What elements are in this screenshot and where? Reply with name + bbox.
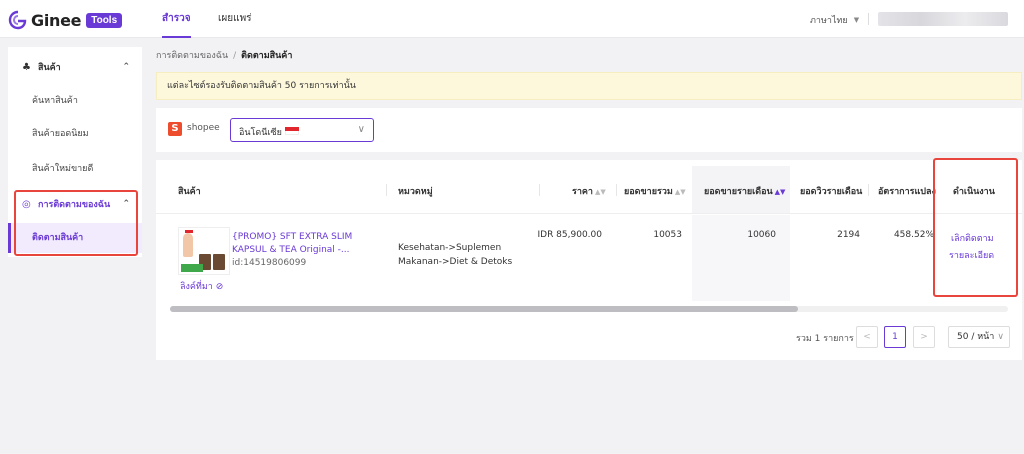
- col-divider: [868, 184, 869, 196]
- language-selector[interactable]: ภาษาไทย ▼: [810, 13, 859, 27]
- next-page-button[interactable]: >: [913, 326, 935, 348]
- sort-icon: ▲▼: [674, 188, 686, 196]
- total-sales-cell: 10053: [653, 230, 682, 240]
- sidebar-item-popular-products[interactable]: สินค้ายอดนิยม: [8, 119, 142, 149]
- platform-label: shopee: [187, 123, 220, 133]
- col-monthly-views: ยอดวิวรายเดือน: [800, 187, 863, 197]
- tab-publish[interactable]: เผยแพร่: [218, 0, 252, 38]
- sidebar-item-track-products[interactable]: ติดตามสินค้า: [8, 223, 142, 253]
- horizontal-scrollbar[interactable]: [170, 306, 1008, 312]
- details-button[interactable]: รายละเอียด: [949, 248, 994, 262]
- top-bar: Ginee Tools สำรวจ เผยแพร่ ภาษาไทย ▼: [0, 0, 1024, 38]
- col-monthly-sales-label: ยอดขายรายเดือน: [704, 187, 773, 197]
- col-monthly-sales[interactable]: ยอดขายรายเดือน ▲▼: [704, 184, 785, 198]
- product-title-link[interactable]: {PROMO} SFT EXTRA SLIM KAPSUL & TEA Orig…: [232, 231, 362, 257]
- divider: [868, 13, 869, 25]
- source-link-label: ลิงค์ที่มา: [180, 282, 213, 292]
- breadcrumb-parent[interactable]: การติดตามของฉัน: [156, 51, 228, 61]
- shopee-icon: S: [168, 122, 182, 136]
- brand-name: Ginee: [31, 10, 82, 30]
- indonesia-flag-icon: [285, 127, 299, 135]
- table-header: สินค้า หมวดหมู่ ราคา ▲▼ ยอดขายรวม ▲▼ ยอดขา…: [156, 166, 1022, 214]
- language-label: ภาษาไทย: [810, 16, 848, 26]
- sort-icon: ▲▼: [594, 188, 606, 196]
- monthly-sales-cell: 10060: [747, 230, 776, 240]
- col-total-sales[interactable]: ยอดขายรวม ▲▼: [624, 184, 686, 198]
- notice-banner: แต่ละไซต์รองรับติดตามสินค้า 50 รายการเท่…: [156, 72, 1022, 100]
- category-cell: Kesehatan->Suplemen Makanan->Diet & Deto…: [398, 241, 512, 269]
- category-line-1: Kesehatan->Suplemen: [398, 243, 502, 253]
- category-line-2: Makanan->Diet & Detoks: [398, 257, 513, 267]
- tab-explore[interactable]: สำรวจ: [162, 0, 191, 38]
- country-select[interactable]: อินโดนีเซีย ∨: [230, 118, 374, 142]
- ginee-logo-icon: [8, 10, 27, 30]
- target-icon: ◎: [22, 198, 31, 210]
- col-divider: [386, 184, 387, 196]
- source-link[interactable]: ลิงค์ที่มา ⊘: [180, 279, 223, 293]
- col-divider: [539, 184, 540, 196]
- sidebar-group-label: สินค้า: [38, 63, 61, 73]
- breadcrumb-current: ติดตามสินค้า: [241, 51, 293, 61]
- col-price-label: ราคา: [572, 187, 593, 197]
- page-size-value: 50 / หน้า: [957, 332, 995, 342]
- col-category: หมวดหมู่: [398, 187, 433, 197]
- col-price[interactable]: ราคา ▲▼: [572, 184, 606, 198]
- user-account-blurred[interactable]: [878, 12, 1008, 26]
- brand-badge: Tools: [86, 12, 123, 28]
- unfollow-button[interactable]: เลิกติดตาม: [951, 231, 994, 245]
- sidebar: ♣ สินค้า ⌃ ค้นหาสินค้า สินค้ายอดนิยม สิน…: [8, 47, 142, 257]
- conversion-cell: 458.52%: [893, 230, 934, 240]
- sidebar-group-my-tracking[interactable]: ◎ การติดตามของฉัน ⌃: [8, 186, 142, 222]
- filter-bar: S shopee อินโดนีเซีย ∨: [156, 108, 1022, 152]
- caret-down-icon: ▼: [853, 16, 860, 24]
- chevron-down-icon: ∨: [997, 332, 1004, 342]
- country-value: อินโดนีเซีย: [239, 128, 282, 138]
- scrollbar-thumb[interactable]: [170, 306, 798, 312]
- page-size-select[interactable]: 50 / หน้า ∨: [948, 326, 1010, 348]
- products-icon: ♣: [22, 61, 31, 73]
- col-actions: ดำเนินงาน: [953, 187, 995, 197]
- breadcrumb: การติดตามของฉัน / ติดตามสินค้า: [156, 48, 292, 62]
- pagination-total: รวม 1 รายการ: [796, 334, 854, 344]
- chevron-up-icon: ⌃: [122, 62, 130, 72]
- sidebar-item-new-bestsellers[interactable]: สินค้าใหม่ขายดี: [8, 154, 142, 184]
- price-cell: IDR 85,900.00: [537, 230, 602, 240]
- tracked-products-table: สินค้า หมวดหมู่ ราคา ▲▼ ยอดขายรวม ▲▼ ยอดขา…: [156, 160, 1022, 360]
- col-conversion: อัตราการแปลง: [878, 187, 936, 197]
- link-icon: ⊘: [215, 282, 224, 292]
- prev-page-button[interactable]: <: [856, 326, 878, 348]
- col-product: สินค้า: [178, 187, 201, 197]
- chevron-up-icon: ⌃: [122, 199, 130, 209]
- sort-desc-icon: ▲▼: [774, 188, 786, 196]
- col-divider: [616, 184, 617, 196]
- sidebar-group-products[interactable]: ♣ สินค้า ⌃: [8, 49, 142, 85]
- product-thumbnail[interactable]: [178, 227, 230, 275]
- chevron-down-icon: ∨: [357, 124, 365, 135]
- sidebar-group-label: การติดตามของฉัน: [38, 200, 111, 210]
- col-total-sales-label: ยอดขายรวม: [624, 187, 673, 197]
- product-id: id:14519806099: [232, 258, 307, 268]
- sidebar-item-search-products[interactable]: ค้นหาสินค้า: [8, 86, 142, 116]
- logo[interactable]: Ginee Tools: [8, 9, 123, 31]
- breadcrumb-separator: /: [233, 51, 237, 61]
- page-1-button[interactable]: 1: [884, 326, 906, 348]
- monthly-views-cell: 2194: [837, 230, 860, 240]
